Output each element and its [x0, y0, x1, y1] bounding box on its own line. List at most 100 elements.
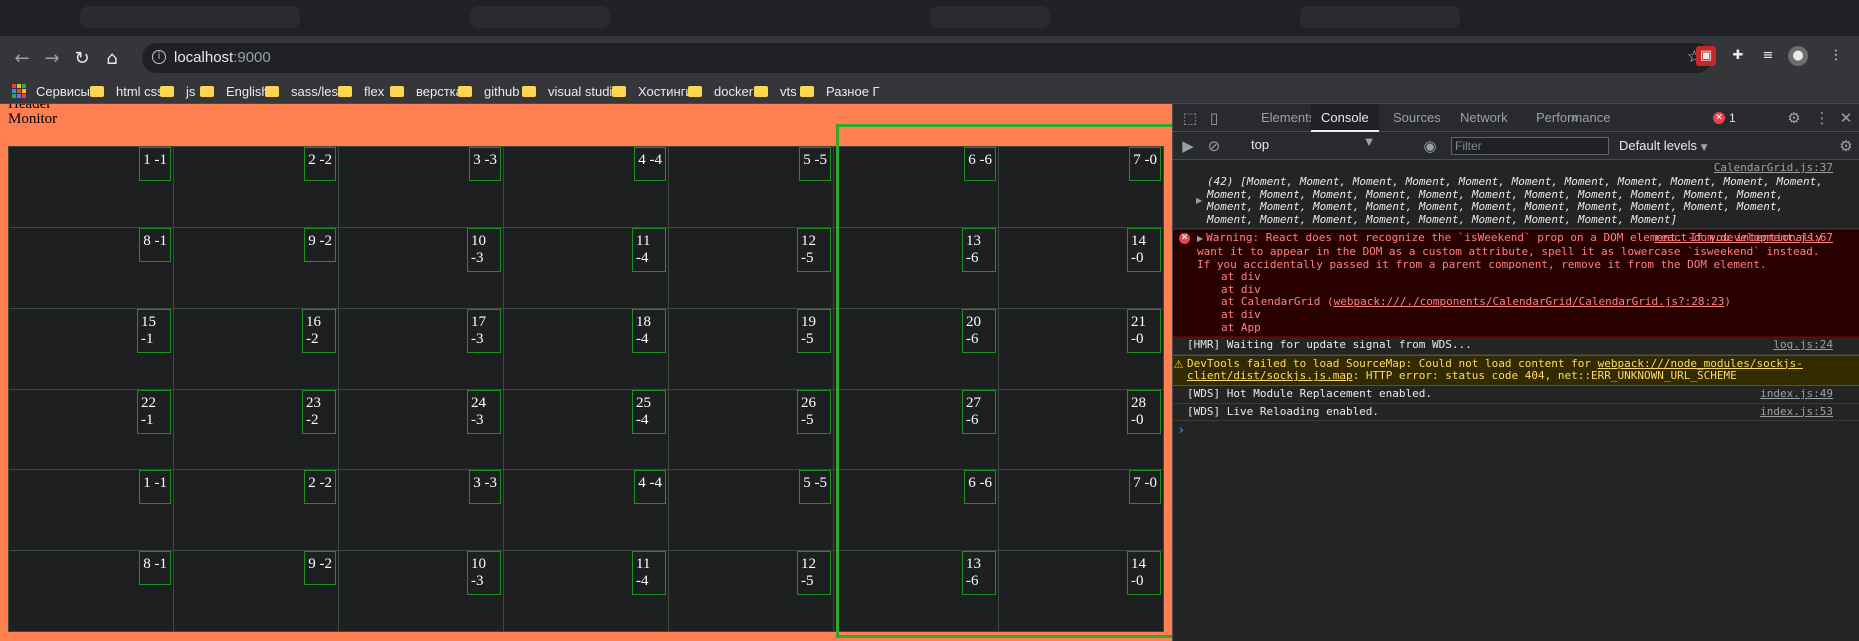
- browser-tab[interactable]: [80, 6, 300, 28]
- browser-menu-icon[interactable]: ⋮: [1826, 46, 1846, 66]
- day-label: 9 -2: [304, 551, 336, 586]
- sidebar-toggle-icon[interactable]: ▶: [1179, 137, 1197, 155]
- calendar-cell: 6 -6: [834, 470, 998, 551]
- bookmark-8[interactable]: visual studio: [522, 82, 620, 100]
- day-label: 26 -5: [797, 389, 831, 434]
- bookmark-label: flex: [364, 83, 385, 99]
- context-select[interactable]: top ▼: [1251, 137, 1373, 155]
- day-label: 2 -2: [304, 147, 336, 181]
- live-expression-eye-icon[interactable]: ◉: [1421, 137, 1439, 155]
- bookmark-11[interactable]: vts: [754, 82, 797, 100]
- folder-icon: [612, 85, 626, 97]
- bookmark-label: docker: [714, 83, 754, 99]
- error-count-badge[interactable]: ✕ 1: [1713, 110, 1736, 126]
- day-label: 24 -3: [467, 389, 501, 434]
- device-toolbar-icon[interactable]: ▯: [1205, 109, 1223, 127]
- home-icon[interactable]: ⌂: [98, 44, 126, 72]
- day-label: 12 -5: [797, 551, 831, 596]
- bookmark-4[interactable]: sass/less: [265, 82, 344, 100]
- extensions-puzzle-icon[interactable]: ✚: [1728, 46, 1748, 66]
- day-label: 1 -1: [139, 147, 171, 181]
- page-viewport: Header Monitor 1 -1 2 -2 3 -3 4 -4 5 -5 6 -6 7…: [0, 104, 1172, 641]
- inspect-element-icon[interactable]: ⬚: [1181, 109, 1199, 127]
- day-label: 19 -5: [797, 308, 831, 353]
- address-bar[interactable]: i localhost:9000 ☆: [142, 43, 1712, 73]
- day-label: 7 -0: [1129, 470, 1161, 505]
- tab-console[interactable]: Console: [1311, 104, 1379, 132]
- message-source-link[interactable]: log.js:24: [1773, 339, 1833, 352]
- message-source-link[interactable]: react-dom.development.js:67: [1654, 232, 1833, 245]
- calendar-cell: 1 -1: [9, 147, 173, 227]
- day-label: 3 -3: [469, 470, 501, 505]
- apps-icon: [12, 84, 26, 98]
- day-label: 10 -3: [467, 551, 501, 596]
- more-tabs-icon[interactable]: »: [1561, 104, 1588, 132]
- message-text: [WDS] Live Reloading enabled.: [1187, 404, 1380, 418]
- folder-icon: [458, 85, 472, 97]
- bookmark-3[interactable]: English: [200, 82, 269, 100]
- bookmark-label: Сервисы: [36, 83, 90, 99]
- calendar-cell: 17 -3: [339, 308, 503, 389]
- site-info-icon[interactable]: i: [152, 50, 166, 64]
- browser-tab[interactable]: [1300, 6, 1460, 28]
- calendar-cell: 24 -3: [339, 389, 503, 470]
- bookmark-10[interactable]: docker: [688, 82, 753, 100]
- day-label: 2 -2: [304, 470, 336, 505]
- message-text[interactable]: (42) [Moment, Moment, Moment, Moment, Mo…: [1207, 175, 1823, 226]
- calendar-cell: 27 -6: [834, 389, 998, 470]
- bookmark-6[interactable]: верстка: [390, 82, 463, 100]
- day-label: 13 -6: [962, 227, 996, 272]
- message-source-link[interactable]: index.js:49: [1760, 387, 1833, 401]
- message-source-link[interactable]: index.js:53: [1760, 405, 1833, 419]
- folder-icon: [200, 85, 214, 97]
- calendar-cell: 10 -3: [339, 551, 503, 631]
- calendar-cell: 18 -4: [504, 308, 668, 389]
- bookmark-1[interactable]: html css: [90, 82, 164, 100]
- close-devtools-icon[interactable]: ✕: [1837, 109, 1855, 127]
- day-label: 21 -0: [1127, 308, 1161, 353]
- bookmark-5[interactable]: flex: [338, 82, 384, 100]
- calendar-cell: 3 -3: [339, 470, 503, 551]
- reading-list-icon[interactable]: ≡: [1758, 46, 1778, 66]
- console-filter-input[interactable]: [1451, 137, 1609, 155]
- day-label: 4 -4: [634, 470, 666, 505]
- calendar-cell: 4 -4: [504, 147, 668, 227]
- extension-icon[interactable]: ▣: [1696, 46, 1716, 66]
- calendar-cell: 20 -6: [834, 308, 998, 389]
- url-text[interactable]: localhost:9000: [174, 49, 271, 66]
- console-prompt[interactable]: ›: [1179, 424, 1184, 437]
- message-source-link[interactable]: CalendarGrid.js:37: [1714, 161, 1833, 175]
- calendar-cell: 10 -3: [339, 227, 503, 308]
- day-label: 13 -6: [962, 551, 996, 596]
- bookmark-0[interactable]: Сервисы: [12, 82, 90, 100]
- stack-source-link[interactable]: webpack:///./components/CalendarGrid/Cal…: [1334, 295, 1725, 309]
- error-icon: ✕: [1713, 112, 1725, 124]
- back-icon[interactable]: ←: [8, 44, 36, 72]
- calendar-cell: 28 -0: [999, 389, 1163, 470]
- bookmark-12[interactable]: Разное Г: [800, 82, 880, 100]
- tab-sources[interactable]: Sources: [1383, 104, 1451, 132]
- browser-tab[interactable]: [470, 6, 610, 28]
- day-label: 28 -0: [1127, 389, 1161, 434]
- console-settings-gear-icon[interactable]: ⚙: [1837, 137, 1855, 155]
- day-label: 16 -2: [302, 308, 336, 353]
- expand-triangle-icon[interactable]: ▶: [1196, 195, 1202, 208]
- log-levels-select[interactable]: Default levels ▼: [1619, 138, 1708, 153]
- settings-gear-icon[interactable]: ⚙: [1785, 109, 1803, 127]
- reload-icon[interactable]: ↻: [68, 44, 96, 72]
- devtools-menu-icon[interactable]: ⋮: [1813, 109, 1831, 127]
- bookmark-9[interactable]: Хостинги: [612, 82, 693, 100]
- calendar-cell: 7 -0: [999, 470, 1163, 551]
- avatar[interactable]: ●: [1788, 46, 1808, 66]
- clear-console-icon[interactable]: ⊘: [1205, 137, 1223, 155]
- bookmark-7[interactable]: github: [458, 82, 519, 100]
- day-label: 11 -4: [632, 227, 666, 272]
- tab-network[interactable]: Network: [1450, 104, 1518, 132]
- day-label: 10 -3: [467, 227, 501, 272]
- calendar-cell: 1 -1: [9, 470, 173, 551]
- expand-triangle-icon[interactable]: ▶: [1197, 234, 1203, 243]
- bookmark-2[interactable]: js: [160, 82, 195, 100]
- browser-tab[interactable]: [930, 6, 1050, 28]
- calendar-cell: 15 -1: [9, 308, 173, 389]
- forward-icon[interactable]: →: [38, 44, 66, 72]
